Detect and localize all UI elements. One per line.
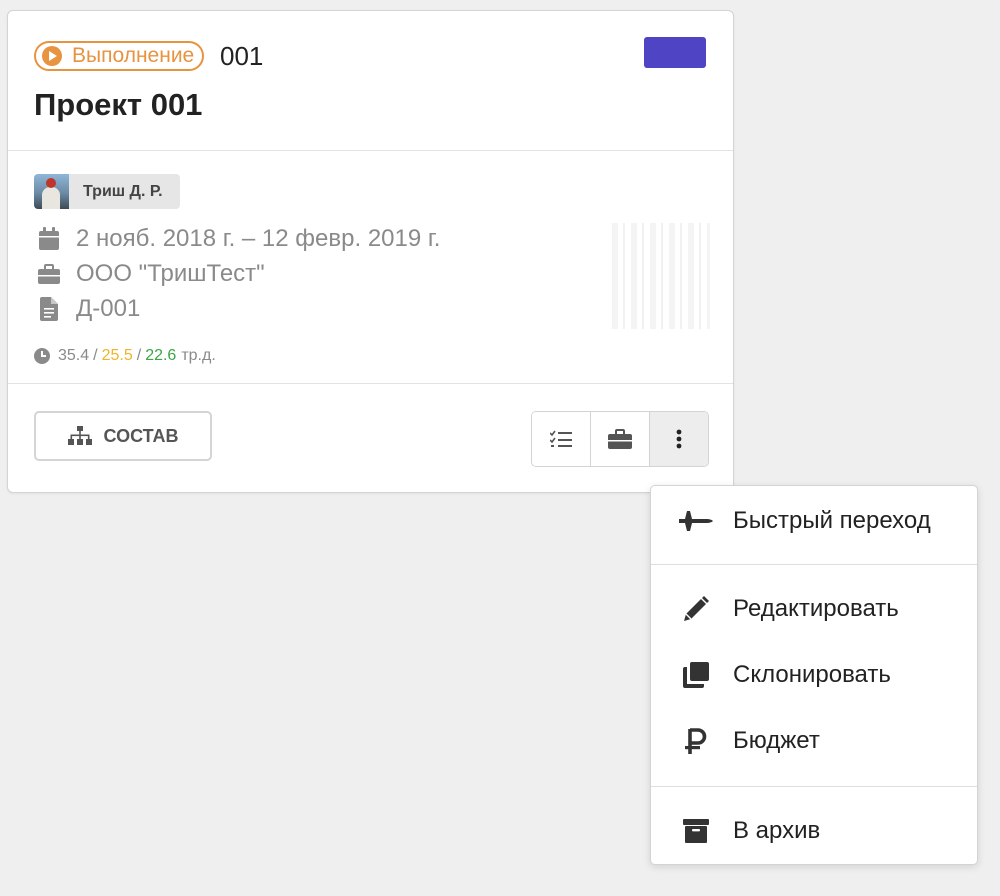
status-badge: Выполнение: [34, 41, 204, 71]
airplane-icon: [679, 510, 713, 532]
checklist-icon: [550, 430, 572, 447]
assignee-chip[interactable]: Триш Д. Р.: [34, 174, 180, 209]
status-label: Выполнение: [72, 44, 195, 67]
hours-remaining: 22.6: [145, 347, 177, 364]
dates-row: 2 нояб. 2018 г. – 12 февр. 2019 г.: [38, 225, 440, 253]
hours-unit: тр.д.: [181, 347, 216, 364]
composition-label: СОСТАВ: [103, 425, 179, 446]
menu-item-edit[interactable]: Редактировать: [651, 586, 977, 632]
menu-item-archive[interactable]: В архив: [651, 808, 977, 854]
menu-label: Склонировать: [733, 661, 891, 688]
ruble-icon: [679, 728, 713, 754]
menu-item-quick-jump[interactable]: Быстрый переход: [651, 498, 977, 544]
menu-label: Бюджет: [733, 727, 820, 754]
project-title[interactable]: Проект 001: [34, 85, 202, 125]
menu-label: Быстрый переход: [733, 507, 931, 534]
actions-dropdown-menu: Быстрый переход Редактировать Склонирова…: [650, 485, 978, 865]
more-vertical-icon: [676, 429, 682, 449]
clock-icon: [34, 348, 50, 364]
hours-spent: 25.5: [101, 347, 133, 364]
barcode-watermark: [612, 223, 710, 329]
client-text: ООО "ТришТест": [76, 260, 265, 287]
composition-button[interactable]: СОСТАВ: [34, 411, 212, 461]
footer-divider: [8, 383, 733, 384]
assignee-name: Триш Д. Р.: [83, 182, 163, 200]
project-card: Выполнение 001 Проект 001 Триш Д. Р. 2 н…: [7, 10, 734, 493]
more-button[interactable]: [650, 412, 708, 466]
hours-separator: /: [136, 347, 142, 364]
contract-row: Д-001: [38, 295, 140, 323]
project-code: 001: [220, 41, 264, 71]
menu-item-budget[interactable]: Бюджет: [651, 718, 977, 764]
tasks-button[interactable]: [532, 412, 591, 466]
menu-item-clone[interactable]: Склонировать: [651, 652, 977, 698]
menu-label: В архив: [733, 817, 821, 844]
hours-separator: /: [93, 347, 98, 364]
clone-icon: [679, 662, 713, 688]
client-row: ООО "ТришТест": [38, 260, 265, 288]
header-divider: [8, 150, 733, 151]
hours-total: 35.4: [58, 347, 90, 364]
document-icon: [38, 297, 60, 321]
calendar-icon: [38, 227, 60, 251]
hours-summary: 35.4 / 25.5 / 22.6 тр.д.: [34, 347, 216, 365]
hierarchy-icon: [67, 426, 92, 445]
play-icon: [42, 46, 62, 66]
avatar: [34, 174, 69, 209]
menu-label: Редактировать: [733, 595, 899, 622]
color-swatch[interactable]: [644, 37, 706, 68]
portfolio-button[interactable]: [591, 412, 650, 466]
pencil-icon: [679, 595, 713, 623]
briefcase-icon: [38, 262, 60, 286]
card-actions: [531, 411, 709, 467]
briefcase-icon: [608, 429, 632, 449]
dates-text: 2 нояб. 2018 г. – 12 февр. 2019 г.: [76, 225, 441, 252]
contract-text: Д-001: [76, 295, 141, 322]
menu-divider: [651, 564, 977, 565]
archive-icon: [679, 819, 713, 843]
menu-divider: [651, 786, 977, 787]
